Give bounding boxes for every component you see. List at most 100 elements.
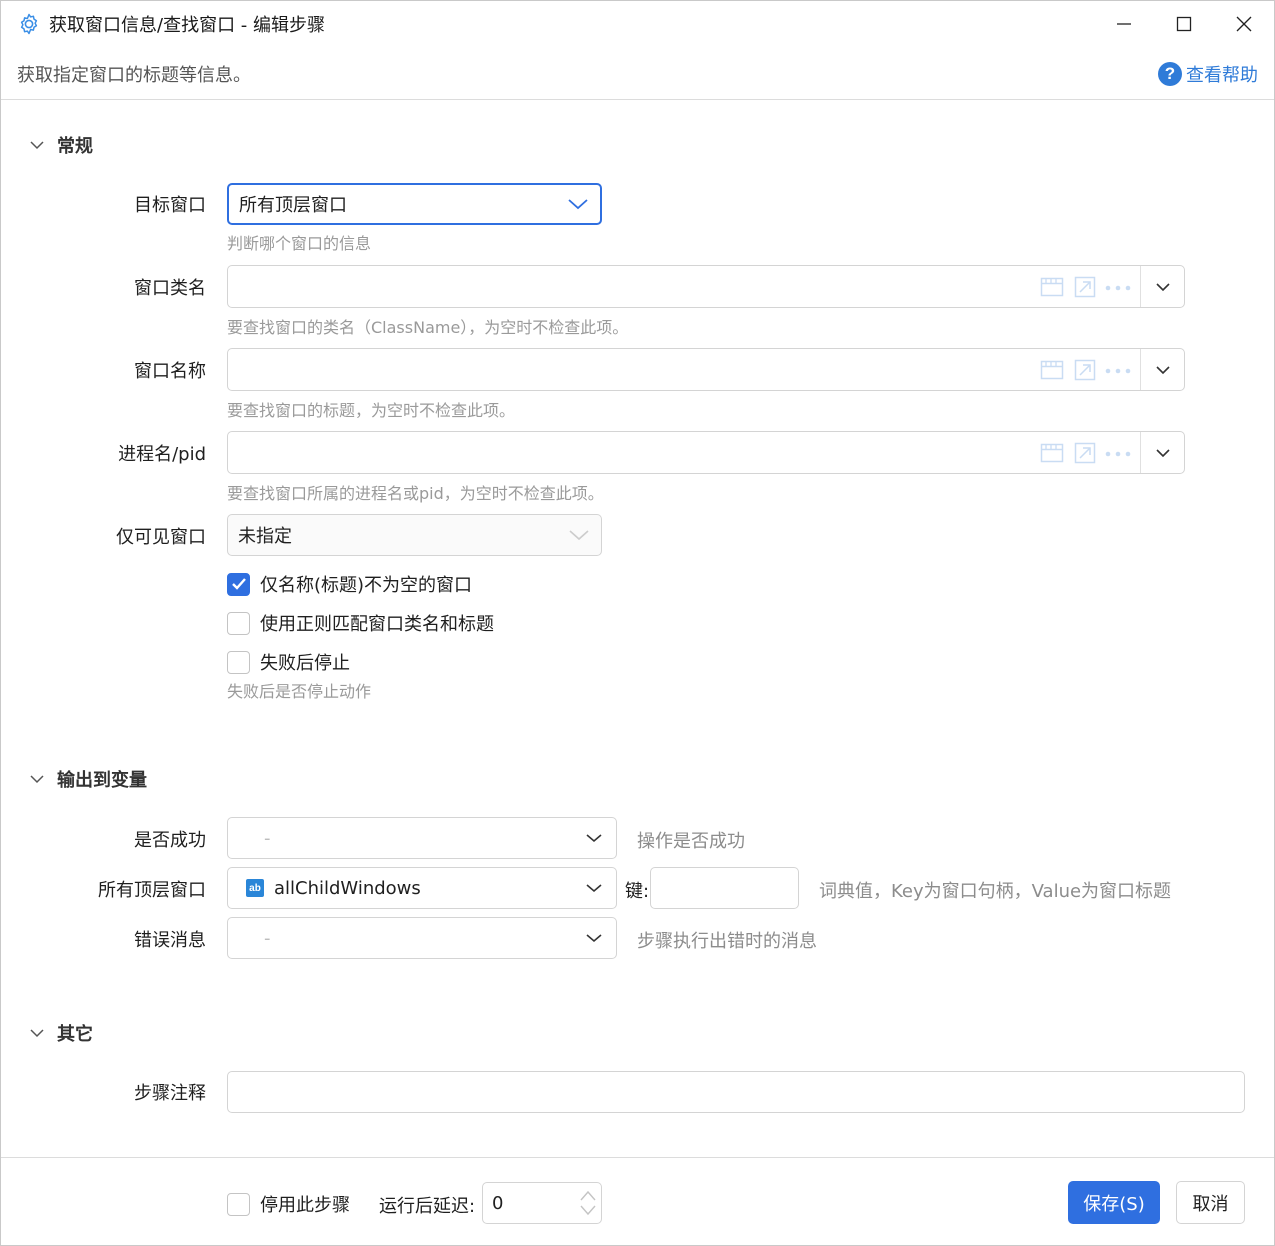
minimize-button[interactable]: [1093, 1, 1155, 47]
footer: 停用此步骤 运行后延迟: 0 保存(S) 取消: [1, 1157, 1274, 1246]
stop-on-failure-hint: 失败后是否停止动作: [227, 682, 372, 701]
window-picker-icon[interactable]: [1040, 359, 1064, 381]
process-label: 进程名/pid: [118, 444, 206, 465]
target-window-value: 所有顶层窗口: [239, 195, 347, 216]
spin-arrows-icon[interactable]: [579, 1188, 597, 1218]
checkbox-unchecked[interactable]: [227, 650, 250, 674]
chevron-down-icon: [572, 833, 616, 843]
title-bar: 获取窗口信息/查找窗口 - 编辑步骤: [1, 1, 1274, 47]
expand-icon[interactable]: [1074, 359, 1096, 381]
more-icon[interactable]: [1104, 284, 1132, 292]
all-windows-variable-select[interactable]: ab allChildWindows: [227, 867, 617, 909]
section-general-header[interactable]: 常规: [29, 132, 93, 158]
window-name-hint: 要查找窗口的标题，为空时不检查此项。: [227, 401, 516, 420]
chevron-down-icon: [556, 197, 600, 211]
checkbox-label: 失败后停止: [260, 653, 350, 674]
maximize-icon: [1176, 16, 1192, 32]
dialog-window: 获取窗口信息/查找窗口 - 编辑步骤 获取指定窗口的标题等信息。 ? 查看帮助 …: [0, 0, 1275, 1246]
checkbox-unchecked[interactable]: [227, 1192, 250, 1216]
target-window-hint: 判断哪个窗口的信息: [227, 234, 372, 253]
delay-value: 0: [492, 1193, 504, 1214]
minimize-icon: [1117, 23, 1131, 25]
checkbox-unchecked[interactable]: [227, 611, 250, 635]
checkmark-icon: [231, 578, 246, 590]
chevron-down-icon: [1155, 365, 1170, 374]
header: 获取指定窗口的标题等信息。 ? 查看帮助: [1, 47, 1274, 100]
section-other-title: 其它: [57, 1024, 93, 1045]
help-icon: ?: [1158, 62, 1182, 86]
error-variable-value: -: [264, 927, 271, 949]
comment-input[interactable]: [227, 1071, 1245, 1113]
variable-type-icon: ab: [246, 879, 264, 897]
window-title: 获取窗口信息/查找窗口 - 编辑步骤: [49, 15, 326, 36]
checkbox-label: 仅名称(标题)不为空的窗口: [260, 575, 473, 596]
section-general-title: 常规: [57, 136, 93, 157]
gear-icon: [20, 13, 38, 35]
stop-on-failure-checkbox[interactable]: 失败后停止: [227, 649, 350, 675]
disable-step-label: 停用此步骤: [260, 1195, 350, 1216]
expand-icon[interactable]: [1074, 276, 1096, 298]
error-variable-select[interactable]: -: [227, 917, 617, 959]
success-hint: 操作是否成功: [637, 831, 745, 852]
target-window-label: 目标窗口: [134, 195, 206, 216]
expand-icon[interactable]: [1074, 442, 1096, 464]
process-dropdown[interactable]: [1140, 432, 1184, 473]
success-variable-value: -: [264, 827, 271, 849]
window-name-field[interactable]: [227, 348, 1185, 391]
chevron-down-icon: [30, 1029, 44, 1038]
maximize-button[interactable]: [1153, 1, 1215, 47]
checkbox-label: 使用正则匹配窗口类名和标题: [260, 614, 494, 635]
cancel-label: 取消: [1192, 1193, 1229, 1215]
class-name-label: 窗口类名: [134, 278, 206, 299]
all-windows-hint: 词典值，Key为窗口句柄，Value为窗口标题: [819, 881, 1172, 902]
save-button[interactable]: 保存(S): [1068, 1181, 1160, 1224]
non-empty-title-checkbox[interactable]: 仅名称(标题)不为空的窗口: [227, 571, 472, 597]
close-icon: [1236, 16, 1252, 32]
save-label: 保存(S): [1083, 1193, 1145, 1215]
target-window-select[interactable]: 所有顶层窗口: [227, 183, 602, 225]
error-label: 错误消息: [134, 930, 206, 951]
chevron-down-icon: [1155, 282, 1170, 291]
chevron-down-icon: [30, 775, 44, 784]
window-name-label: 窗口名称: [134, 361, 206, 382]
key-input[interactable]: [650, 867, 799, 909]
class-name-hint: 要查找窗口的类名（ClassName），为空时不检查此项。: [227, 318, 629, 337]
delay-spinbox[interactable]: 0: [482, 1182, 602, 1224]
section-other-header[interactable]: 其它: [29, 1020, 93, 1046]
window-name-dropdown[interactable]: [1140, 349, 1184, 390]
chevron-down-icon: [30, 141, 44, 150]
chevron-down-icon: [572, 933, 616, 943]
chevron-down-icon: [557, 528, 601, 542]
delay-label: 运行后延迟:: [379, 1196, 476, 1217]
chevron-down-icon: [572, 883, 616, 893]
error-hint: 步骤执行出错时的消息: [637, 931, 817, 952]
regex-match-checkbox[interactable]: 使用正则匹配窗口类名和标题: [227, 610, 494, 636]
key-label: 键:: [625, 881, 650, 902]
step-description: 获取指定窗口的标题等信息。: [17, 65, 251, 86]
success-variable-select[interactable]: -: [227, 817, 617, 859]
class-name-dropdown[interactable]: [1140, 266, 1184, 307]
section-output-header[interactable]: 输出到变量: [29, 766, 147, 792]
window-picker-icon[interactable]: [1040, 276, 1064, 298]
all-windows-variable-value: allChildWindows: [274, 877, 421, 899]
chevron-down-icon: [1155, 448, 1170, 457]
visible-only-select[interactable]: 未指定: [227, 514, 602, 556]
more-icon[interactable]: [1104, 450, 1132, 458]
visible-only-label: 仅可见窗口: [116, 527, 206, 548]
checkbox-checked[interactable]: [227, 572, 250, 596]
visible-only-value: 未指定: [238, 526, 292, 547]
close-button[interactable]: [1213, 1, 1275, 47]
more-icon[interactable]: [1104, 367, 1132, 375]
all-windows-label: 所有顶层窗口: [98, 880, 206, 901]
class-name-field[interactable]: [227, 265, 1185, 308]
help-link[interactable]: ? 查看帮助: [1158, 61, 1258, 87]
process-field[interactable]: [227, 431, 1185, 474]
disable-step-checkbox[interactable]: 停用此步骤: [227, 1191, 350, 1217]
cancel-button[interactable]: 取消: [1176, 1181, 1245, 1224]
process-hint: 要查找窗口所属的进程名或pid，为空时不检查此项。: [227, 484, 604, 503]
comment-label: 步骤注释: [134, 1083, 206, 1104]
window-picker-icon[interactable]: [1040, 442, 1064, 464]
help-label: 查看帮助: [1186, 65, 1258, 86]
section-output-title: 输出到变量: [57, 770, 147, 791]
success-label: 是否成功: [134, 830, 206, 851]
